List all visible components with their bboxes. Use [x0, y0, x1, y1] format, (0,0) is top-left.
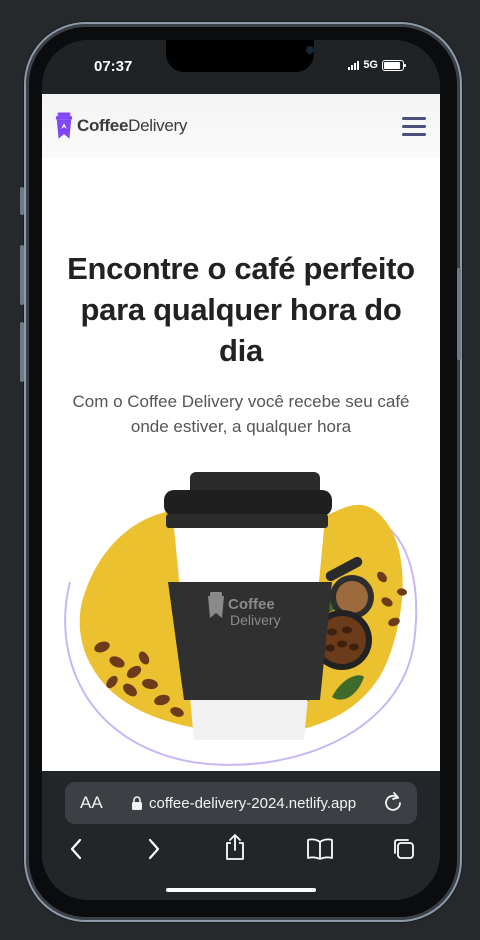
status-indicators: 5G	[348, 59, 406, 71]
back-icon[interactable]	[68, 837, 84, 861]
text-size-button[interactable]: AA	[80, 793, 103, 813]
web-page: CoffeeDelivery Encontre o café perfeito …	[42, 94, 440, 771]
hero-illustration: Coffee Delivery	[64, 472, 418, 766]
lock-icon	[132, 796, 142, 810]
safari-toolbar: AA coffee-delivery-2024.netlify.app	[42, 771, 440, 900]
reload-icon[interactable]	[383, 792, 403, 812]
volume-down-button	[20, 322, 24, 382]
site-header: CoffeeDelivery	[42, 94, 440, 158]
forward-icon[interactable]	[146, 837, 162, 861]
signal-icon	[348, 60, 360, 70]
share-icon[interactable]	[224, 833, 246, 861]
hero-subtitle: Com o Coffee Delivery você recebe seu ca…	[72, 392, 410, 436]
logo-text: CoffeeDelivery	[77, 116, 188, 135]
tabs-icon[interactable]	[392, 837, 416, 861]
status-bar: 07:37 5G	[42, 40, 440, 94]
volume-up-button	[20, 245, 24, 305]
cup-lid	[164, 490, 332, 516]
cup-logo-regular: Delivery	[230, 612, 281, 628]
battery-icon	[382, 59, 406, 71]
dynamic-island	[166, 40, 314, 72]
site-logo[interactable]: CoffeeDelivery	[55, 112, 187, 140]
url-text[interactable]: coffee-delivery-2024.netlify.app	[149, 795, 356, 812]
camera-icon	[306, 46, 314, 54]
network-label: 5G	[363, 59, 378, 71]
home-indicator[interactable]	[166, 888, 316, 892]
screen: 07:37 5G CoffeeDelivery Encontre o café …	[42, 40, 440, 900]
power-button	[457, 268, 461, 360]
hero-title: Encontre o café perfeito para qualquer h…	[67, 251, 415, 368]
cup-logo-bold: Coffee	[228, 596, 275, 613]
address-bar[interactable]: AA coffee-delivery-2024.netlify.app	[65, 782, 417, 824]
bookmarks-icon[interactable]	[306, 837, 334, 861]
action-button	[20, 187, 24, 215]
status-time: 07:37	[94, 58, 133, 75]
hamburger-menu-icon[interactable]	[402, 116, 426, 136]
coffee-cup-logo-icon	[55, 112, 73, 139]
browser-nav-toolbar	[42, 834, 440, 867]
